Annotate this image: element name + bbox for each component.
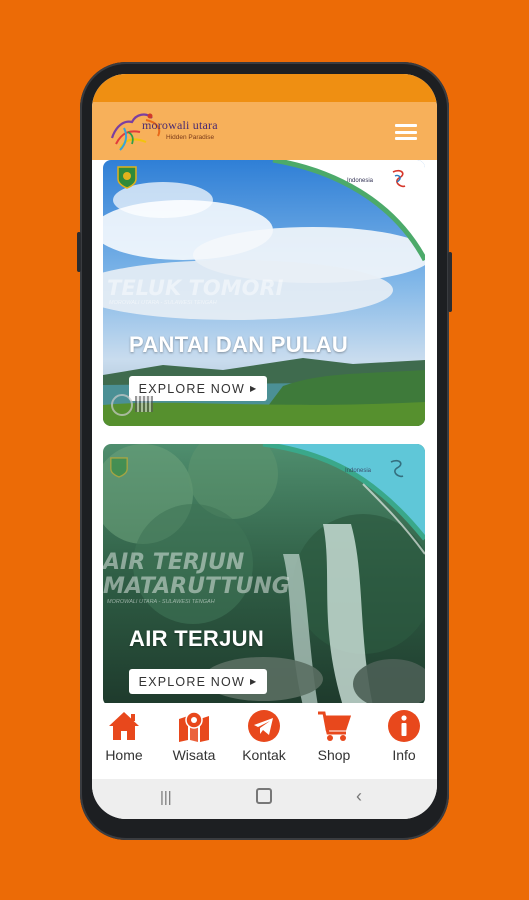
power-button <box>448 252 452 312</box>
overlay-location-title-line1: AIR TERJUN <box>103 550 245 575</box>
bottom-navigation: Home Wisata Kontak Shop Info <box>92 703 437 779</box>
home-button-icon[interactable] <box>256 788 272 804</box>
nav-shop-label: Shop <box>317 747 351 763</box>
play-arrow-icon: ▶ <box>249 384 258 393</box>
phone-screen: morowali utara Hidden Paradise Indonesia… <box>92 74 437 819</box>
regency-emblem-icon <box>110 457 128 478</box>
menu-icon[interactable] <box>395 124 417 140</box>
nav-wisata[interactable]: Wisata <box>164 709 224 763</box>
info-icon <box>388 710 420 742</box>
volume-button <box>77 232 81 272</box>
nav-info[interactable]: Info <box>374 709 434 763</box>
category-title: AIR TERJUN <box>129 626 265 651</box>
regency-emblem-icon <box>117 166 137 189</box>
category-card-pantai[interactable]: Indonesia TELUK TOMORI MOROWALI UTARA - … <box>103 160 425 426</box>
explore-now-label: EXPLORE NOW <box>138 381 245 396</box>
telegram-icon <box>248 710 280 742</box>
nav-kontak-label: Kontak <box>242 747 286 763</box>
map-pin-icon <box>179 711 209 742</box>
recent-apps-icon[interactable]: ||| <box>160 789 172 806</box>
explore-now-label: EXPLORE NOW <box>138 674 245 689</box>
nav-shop[interactable]: Shop <box>304 709 364 763</box>
category-list: Indonesia TELUK TOMORI MOROWALI UTARA - … <box>92 160 437 703</box>
play-arrow-icon: ▶ <box>249 677 258 686</box>
cart-icon <box>318 711 351 741</box>
system-navigation-bar: ||| ‹ <box>92 779 437 819</box>
logo-brand-text: morowali utara <box>142 118 218 132</box>
morowali-utara-logo: morowali utara Hidden Paradise <box>106 108 266 156</box>
back-icon[interactable]: ‹ <box>356 786 362 807</box>
nav-kontak[interactable]: Kontak <box>234 709 294 763</box>
logo-tagline: Hidden Paradise <box>166 134 215 141</box>
status-bar <box>92 74 437 102</box>
category-title: PANTAI DAN PULAU <box>129 332 349 357</box>
overlay-location-title-line2: MATARUTTUNG <box>103 574 290 599</box>
overlay-location-title: TELUK TOMORI <box>107 276 284 300</box>
wonderful-indonesia-logo: Indonesia <box>347 168 409 190</box>
home-icon <box>109 712 139 740</box>
category-card-air-terjun[interactable]: Indonesia AIR TERJUN MATARUTTUNG MOROWAL… <box>103 444 425 703</box>
explore-now-button[interactable]: EXPLORE NOW ▶ <box>129 669 267 694</box>
nav-home[interactable]: Home <box>94 709 154 763</box>
nav-home-label: Home <box>105 747 143 763</box>
qr-code-icon <box>111 394 133 416</box>
nav-info-label: Info <box>392 747 416 763</box>
overlay-location-sub: MOROWALI UTARA - SULAWESI TENGAH <box>109 300 217 306</box>
app-header: morowali utara Hidden Paradise <box>92 102 437 160</box>
wonderful-indonesia-logo: Indonesia <box>345 458 407 480</box>
overlay-location-sub: MOROWALI UTARA - SULAWESI TENGAH <box>107 599 215 605</box>
barcode-icon <box>135 396 153 412</box>
nav-wisata-label: Wisata <box>172 747 216 763</box>
